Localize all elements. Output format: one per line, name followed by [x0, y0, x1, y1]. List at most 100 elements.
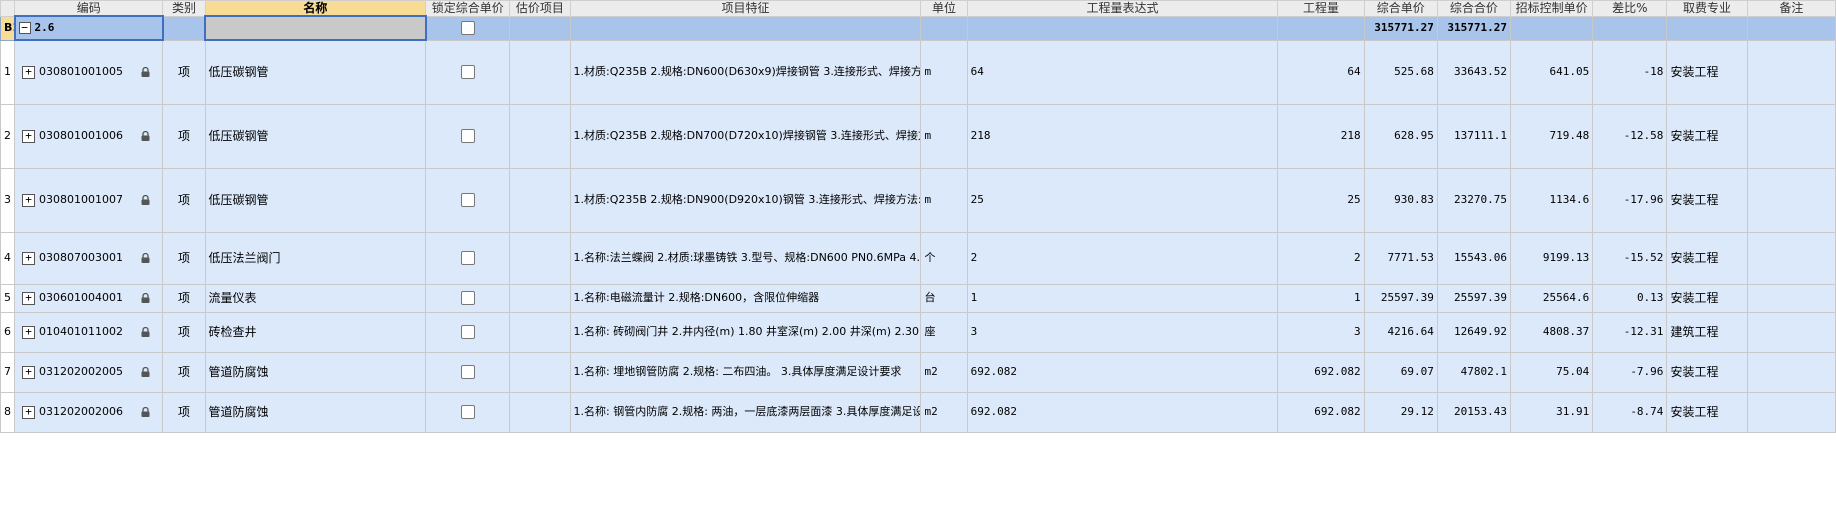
item-type[interactable]: 项	[162, 103, 206, 169]
item-control-price[interactable]: 719.48	[1510, 103, 1594, 169]
header-quantity[interactable]: 工程量	[1277, 0, 1365, 17]
item-specialty[interactable]: 安装工程	[1666, 231, 1748, 285]
item-name[interactable]: 低压碳钢管	[204, 103, 427, 169]
estimate-cell[interactable]	[509, 231, 571, 285]
item-unit-price[interactable]: 69.07	[1363, 351, 1438, 393]
lock-price-checkbox[interactable]	[460, 21, 475, 35]
item-unit-price[interactable]: 628.95	[1363, 103, 1438, 169]
estimate-cell[interactable]	[509, 167, 571, 233]
header-estimate-item[interactable]: 估价项目	[509, 0, 571, 17]
table-row[interactable]: 7 + 031202002005 项 管道防腐蚀 1.名称: 埋地钢管防腐 2.…	[0, 351, 1836, 393]
group-ctrl-cell[interactable]	[1510, 15, 1594, 41]
item-expression[interactable]: 25	[966, 167, 1279, 233]
item-type[interactable]: 项	[162, 351, 206, 393]
item-total[interactable]: 23270.75	[1436, 167, 1512, 233]
item-expression[interactable]: 2	[966, 231, 1279, 285]
item-name[interactable]: 低压碳钢管	[204, 39, 427, 105]
item-feature[interactable]: 1.名称: 砖砌阀门井 2.井内径(m) 1.80 井室深(m) 2.00 井深…	[569, 311, 922, 353]
item-diff-percent[interactable]: 0.13	[1592, 283, 1668, 313]
item-remark[interactable]	[1746, 39, 1836, 105]
code-cell[interactable]: + 030801001007	[14, 167, 164, 233]
header-feature[interactable]: 项目特征	[569, 0, 922, 17]
item-remark[interactable]	[1746, 231, 1836, 285]
item-type[interactable]: 项	[162, 283, 206, 313]
item-unit[interactable]: m2	[920, 351, 968, 393]
table-row[interactable]: 3 + 030801001007 项 低压碳钢管 1.材质:Q235B 2.规格…	[0, 167, 1836, 233]
plus-box-icon[interactable]: +	[22, 65, 36, 79]
item-diff-percent[interactable]: -17.96	[1592, 167, 1668, 233]
header-rownum[interactable]	[0, 0, 16, 17]
item-unit-price[interactable]: 7771.53	[1363, 231, 1438, 285]
group-type-cell[interactable]	[162, 15, 206, 41]
group-unit-cell[interactable]	[920, 15, 968, 41]
code-cell[interactable]: + 030601004001	[14, 283, 164, 313]
estimate-cell[interactable]	[509, 39, 571, 105]
estimate-cell[interactable]	[509, 283, 571, 313]
item-total[interactable]: 33643.52	[1436, 39, 1512, 105]
group-row[interactable]: B1 −2.6 315771.27 315771.27	[0, 15, 1836, 41]
item-type[interactable]: 项	[162, 39, 206, 105]
table-row[interactable]: 5 + 030601004001 项 流量仪表 1.名称:电磁流量计 2.规格:…	[0, 283, 1836, 313]
item-specialty[interactable]: 安装工程	[1666, 39, 1748, 105]
item-type[interactable]: 项	[162, 231, 206, 285]
item-total[interactable]: 20153.43	[1436, 391, 1512, 433]
item-name[interactable]: 低压碳钢管	[204, 167, 427, 233]
item-diff-percent[interactable]: -8.74	[1592, 391, 1668, 433]
item-control-price[interactable]: 641.05	[1510, 39, 1594, 105]
item-remark[interactable]	[1746, 167, 1836, 233]
item-control-price[interactable]: 25564.6	[1510, 283, 1594, 313]
estimate-cell[interactable]	[509, 391, 571, 433]
table-row[interactable]: 2 + 030801001006 项 低压碳钢管 1.材质:Q235B 2.规格…	[0, 103, 1836, 169]
header-name[interactable]: 名称	[204, 0, 427, 17]
item-unit-price[interactable]: 25597.39	[1363, 283, 1438, 313]
item-total[interactable]: 137111.1	[1436, 103, 1512, 169]
code-cell[interactable]: + 030801001006	[14, 103, 164, 169]
item-expression[interactable]: 64	[966, 39, 1279, 105]
group-estimate-cell[interactable]	[509, 15, 571, 41]
item-control-price[interactable]: 75.04	[1510, 351, 1594, 393]
lock-cell[interactable]	[425, 311, 511, 353]
item-total[interactable]: 12649.92	[1436, 311, 1512, 353]
code-cell[interactable]: + 031202002005	[14, 351, 164, 393]
item-unit[interactable]: m	[920, 39, 968, 105]
header-type[interactable]: 类别	[162, 0, 206, 17]
plus-box-icon[interactable]: +	[22, 129, 36, 143]
item-control-price[interactable]: 9199.13	[1510, 231, 1594, 285]
item-expression[interactable]: 218	[966, 103, 1279, 169]
lock-price-checkbox[interactable]	[460, 193, 475, 208]
header-code[interactable]: 编码	[14, 0, 164, 17]
item-control-price[interactable]: 31.91	[1510, 391, 1594, 433]
plus-box-icon[interactable]: +	[22, 193, 36, 207]
table-row[interactable]: 8 + 031202002006 项 管道防腐蚀 1.名称: 钢管内防腐 2.规…	[0, 391, 1836, 433]
item-unit[interactable]: 座	[920, 311, 968, 353]
plus-box-icon[interactable]: +	[22, 291, 36, 305]
group-remark-cell[interactable]	[1746, 15, 1836, 41]
code-cell[interactable]: + 030801001005	[14, 39, 164, 105]
header-unit-price[interactable]: 综合单价	[1363, 0, 1438, 17]
header-specialty[interactable]: 取费专业	[1666, 0, 1748, 17]
item-unit[interactable]: m	[920, 103, 968, 169]
item-feature[interactable]: 1.材质:Q235B 2.规格:DN600(D630x9)焊接钢管 3.连接形式…	[569, 39, 922, 105]
group-qty-cell[interactable]	[1277, 15, 1365, 41]
lock-cell[interactable]	[425, 351, 511, 393]
item-specialty[interactable]: 安装工程	[1666, 167, 1748, 233]
lock-cell[interactable]	[425, 283, 511, 313]
estimate-cell[interactable]	[509, 311, 571, 353]
item-feature[interactable]: 1.名称: 埋地钢管防腐 2.规格: 二布四油。 3.具体厚度满足设计要求	[569, 351, 922, 393]
code-cell[interactable]: + 030807003001	[14, 231, 164, 285]
item-remark[interactable]	[1746, 351, 1836, 393]
item-quantity[interactable]: 3	[1277, 311, 1365, 353]
group-total[interactable]: 315771.27	[1436, 15, 1512, 41]
lock-cell[interactable]	[425, 391, 511, 433]
item-feature[interactable]: 1.材质:Q235B 2.规格:DN700(D720x10)焊接钢管 3.连接形…	[569, 103, 922, 169]
item-diff-percent[interactable]: -12.31	[1592, 311, 1668, 353]
item-quantity[interactable]: 2	[1277, 231, 1365, 285]
item-total[interactable]: 25597.39	[1436, 283, 1512, 313]
item-specialty[interactable]: 建筑工程	[1666, 311, 1748, 353]
group-unit-price[interactable]: 315771.27	[1363, 15, 1438, 41]
item-specialty[interactable]: 安装工程	[1666, 391, 1748, 433]
lock-cell[interactable]	[425, 167, 511, 233]
code-cell[interactable]: + 010401011002	[14, 311, 164, 353]
item-feature[interactable]: 1.名称:电磁流量计 2.规格:DN600，含限位伸缩器	[569, 283, 922, 313]
item-total[interactable]: 47802.1	[1436, 351, 1512, 393]
